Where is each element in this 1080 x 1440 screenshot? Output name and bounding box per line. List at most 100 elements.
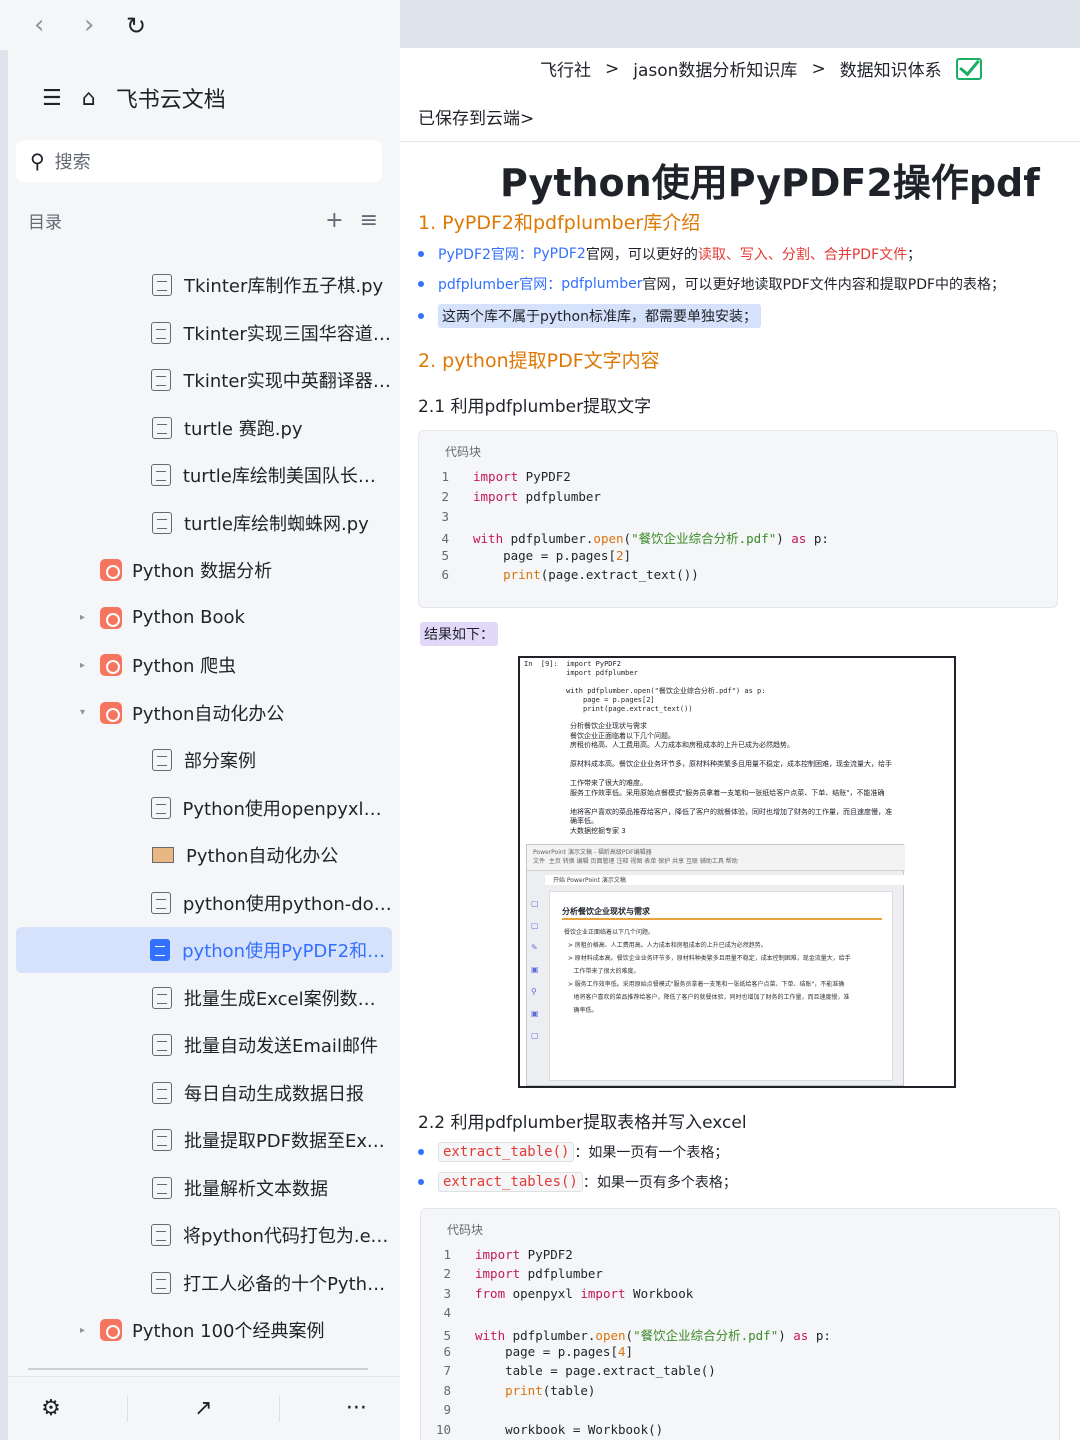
code-line: 6 page = p.pages[4] [443, 1344, 634, 1359]
breadcrumb-sep: > [811, 58, 826, 79]
sidebar-item[interactable]: ▸ Python 100个经典案例 [16, 1307, 392, 1353]
slides-icon [152, 847, 174, 863]
sidebar-item[interactable]: turtle 赛跑.py [16, 405, 392, 451]
reload-button[interactable]: ↻ [126, 12, 146, 40]
bullet-dot [418, 313, 424, 319]
code-line: 2 import pdfplumber [443, 1266, 603, 1281]
sidebar-item[interactable]: 每日自动生成数据日报 [16, 1070, 392, 1116]
sidebar-item-label: Python Book [132, 607, 245, 628]
code-line: 4 [443, 1305, 451, 1320]
sidebar-item[interactable]: 批量生成Excel案例数据集 [16, 975, 392, 1021]
expand-arrow-icon[interactable]: ▸ [80, 612, 94, 623]
sidebar-item[interactable]: ▾ Python自动化办公 [16, 690, 392, 736]
list-item: extract_tables() ：如果一页有多个表格； [418, 1172, 737, 1192]
pdf-editor-toolbar: ▢ ▢ ✎ ▣ ⚲ ▣ ▢ [531, 899, 539, 1040]
sidebar-item[interactable]: Tkinter库制作五子棋.py [16, 262, 392, 308]
slide-rule [562, 918, 882, 920]
sidebar-item[interactable]: turtle库绘制蜘蛛网.py [16, 500, 392, 546]
sidebar-item[interactable]: 批量提取PDF数据至Excel [16, 1117, 392, 1163]
link-text[interactable]: PyPDF2 [533, 246, 586, 262]
settings-icon[interactable]: ⚙ [41, 1396, 61, 1421]
search-placeholder: 搜索 [54, 152, 91, 173]
bullet-dot [418, 281, 424, 287]
pdf-slide: 分析餐饮企业现状与需求 餐饮企业正面临着以下几个问题。 > 房租价格高、人工费用… [549, 891, 893, 1081]
code-line: 1 import PyPDF2 [441, 469, 571, 484]
inline-code: extract_tables() [438, 1172, 583, 1192]
document-icon [152, 416, 172, 439]
sidebar-item[interactable]: python使用python-docx... [16, 880, 392, 926]
sidebar-item-label: Python自动化办公 [186, 846, 339, 867]
body-text: 官网，可以更好的 [585, 247, 698, 263]
document-icon [152, 1176, 172, 1199]
heading-1: 2. python提取PDF文字内容 [418, 350, 660, 372]
sidebar-item[interactable]: Python自动化办公 [16, 832, 392, 878]
browser-toolbar: ‹ › ↻ [0, 0, 400, 50]
sidebar-item-label: Python 数据分析 [132, 561, 273, 582]
link-text[interactable]: pdfplumber [561, 276, 642, 292]
expand-arrow-icon[interactable]: ▾ [80, 707, 94, 718]
forward-button[interactable]: › [84, 10, 94, 40]
heading-1: 1. PyPDF2和pdfplumber库介绍 [418, 212, 701, 234]
divider [278, 1395, 280, 1422]
sidebar-item-label: Tkinter实现中英翻译器.py [183, 371, 392, 392]
list-icon[interactable]: ≡ [360, 208, 378, 233]
sidebar-bottom-bar: ⚙ ↗ ··· [8, 1376, 400, 1440]
document-icon [150, 796, 171, 819]
slide-title: 分析餐饮企业现状与需求 [562, 907, 650, 916]
sidebar-item-label: python使用PyPDF2和pdfp... [182, 941, 392, 962]
body-text: 官网，可以更好地读取PDF文件内容和提取PDF中的表格； [642, 277, 1006, 293]
expand-arrow-icon[interactable]: ▸ [80, 660, 94, 671]
document-icon [151, 369, 172, 391]
code-line: 3 from openpyxl import Workbook [443, 1286, 694, 1301]
sidebar-item[interactable]: 批量自动发送Email邮件 [16, 1022, 392, 1068]
sidebar-item[interactable]: 批量解析文本数据 [16, 1165, 392, 1211]
sidebar-item[interactable]: 打工人必备的十个Python... [16, 1260, 392, 1306]
save-status[interactable]: 已保存到云端> [418, 104, 534, 129]
back-button[interactable]: ‹ [34, 10, 44, 40]
link-text[interactable]: PyPDF2官网： [438, 244, 533, 264]
code-block[interactable]: 代码块 1 import PyPDF2 2 import pdfplumber 3 … [418, 430, 1058, 608]
highlight-text: 读取、写入、分割、合并PDF文件 [697, 247, 908, 263]
breadcrumb-item[interactable]: jason数据分析知识库 [633, 56, 797, 81]
sidebar-item[interactable]: 将python代码打包为.exe... [16, 1212, 392, 1258]
sidebar-item-label: 打工人必备的十个Python... [183, 1273, 392, 1295]
code-line: 5 with pdfplumber.open("餐饮企业综合分析.pdf") as… [443, 1328, 831, 1343]
expand-arrow-icon[interactable]: ▸ [80, 1325, 94, 1336]
document-icon [150, 939, 171, 961]
code-block[interactable]: 代码块 1 import PyPDF2 2 import pdfplumber 3f… [420, 1208, 1060, 1440]
breadcrumb-item[interactable]: 数据知识体系 [840, 56, 942, 81]
home-icon[interactable]: ⌂ [82, 86, 96, 111]
list-item: pdfplumber官网： pdfplumber 官网，可以更好地读取PDF文件… [418, 274, 1005, 294]
sidebar-item-label: Python自动化办公 [132, 703, 285, 725]
share-icon[interactable]: ↗ [194, 1396, 212, 1421]
sidebar-item[interactable]: Python使用openpyxl操作... [16, 785, 392, 831]
code-line: 2 import pdfplumber [441, 489, 601, 504]
sidebar-item[interactable]: 部分案例 [16, 737, 392, 783]
sidebar-item[interactable]: Tkinter实现三国华容道.py [16, 310, 392, 356]
sidebar-item[interactable]: ▸ Python Book [16, 595, 392, 641]
folder-icon [100, 654, 122, 676]
highlight-text: 这两个库不属于python标准库，都需要单独安装； [438, 304, 761, 328]
sidebar-item[interactable]: python使用PyPDF2和pdfp... [16, 927, 392, 973]
sidebar-item[interactable]: ▸ Python 爬虫 [16, 642, 392, 688]
header-divider [400, 141, 1080, 142]
pdf-editor-ribbon: PowerPoint 演示文稿 - 福昕高级PDF编辑器 文件 主页 转换 编辑… [527, 845, 905, 871]
sidebar-item-label: 批量解析文本数据 [184, 1178, 328, 1200]
document-icon [152, 749, 172, 771]
search-input[interactable]: ⚲ 搜索 [16, 140, 382, 182]
sidebar-item-label: Python 100个经典案例 [132, 1321, 325, 1342]
sidebar-item[interactable]: Python 数据分析 [16, 547, 392, 593]
folder-icon [100, 559, 122, 581]
sidebar-item[interactable]: turtle库绘制美国队长的盾... [16, 452, 392, 498]
link-text[interactable]: pdfplumber官网： [438, 274, 561, 294]
code-line: 3 [441, 509, 449, 524]
inline-code: extract_table() [438, 1142, 575, 1162]
add-icon[interactable]: + [325, 208, 343, 233]
code-caption: 代码块 [445, 445, 482, 459]
sidebar-item[interactable]: Tkinter实现中英翻译器.py [16, 357, 392, 403]
code-line: 5 page = p.pages[2] [441, 548, 632, 563]
more-icon[interactable]: ··· [346, 1396, 367, 1421]
list-item: extract_table() ：如果一页有一个表格； [418, 1142, 728, 1162]
breadcrumb-item[interactable]: 飞行社 [540, 56, 591, 81]
collapse-menu-icon[interactable]: ☰ [42, 86, 62, 111]
